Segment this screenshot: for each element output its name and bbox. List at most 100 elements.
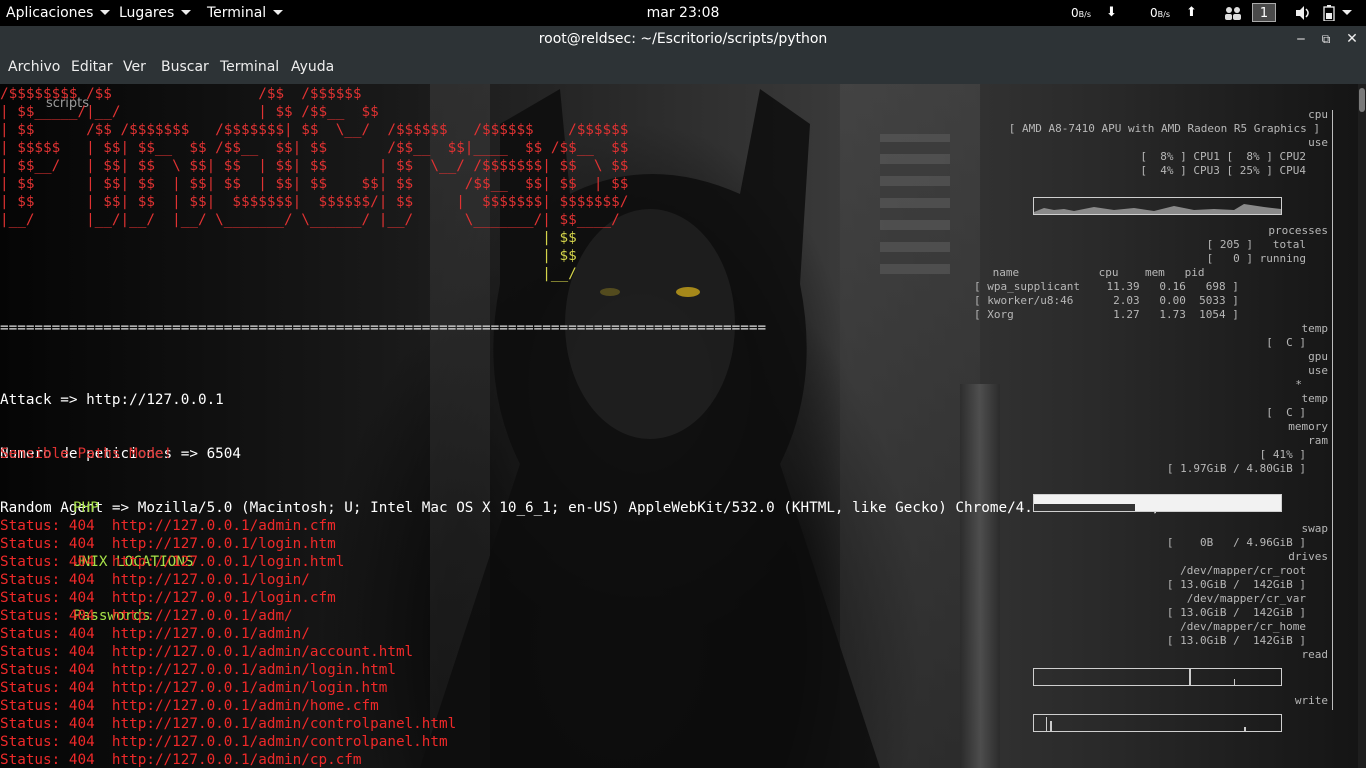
banner-line: | $$ | $$| $$ | $$| $$$$$$$| $$$$$$/| $$…: [0, 194, 629, 210]
cpu-header: cpu: [1308, 108, 1328, 121]
cpu-graph: [1033, 197, 1282, 215]
download-arrow-icon: ⬇: [1106, 5, 1117, 20]
cpu-line-2: [ 4% ] CPU3 [ 25% ] CPU4: [1140, 164, 1306, 177]
result-row: Status: 404 http://127.0.0.1/admin/login…: [0, 679, 456, 697]
result-url: http://127.0.0.1/login.htm: [111, 536, 336, 552]
conky-monitor: cpu [ AMD A8-7410 APU with AMD Radeon R5…: [960, 84, 1340, 768]
banner-line: | $$__/ | $$| $$ \ $$| $$ | $$| $$ | $$ …: [0, 158, 629, 174]
mode-item: PHP: [73, 500, 99, 516]
ascii-banner: /$$$$$$$$ /$$ /$$ /$$$$$$ | $$_____/|__/ …: [0, 85, 628, 283]
process-table-header: name cpu mem pid: [986, 266, 1205, 279]
result-row: Status: 404 http://127.0.0.1/admin/home.…: [0, 697, 456, 715]
app-menu-caret-icon: [273, 9, 284, 15]
disk-read-label: read: [1301, 648, 1329, 661]
result-row: Status: 404 http://127.0.0.1/login.htm: [0, 535, 456, 553]
disk-read-graph: [1033, 668, 1282, 686]
banner-line: | $$ | $$| $$ | $$| $$ | $$| $$ $$| $$ /…: [0, 176, 629, 192]
menu-terminal[interactable]: Terminal: [220, 54, 279, 80]
window-titlebar[interactable]: root@reldsec: ~/Escritorio/scripts/pytho…: [0, 26, 1366, 54]
result-url: http://127.0.0.1/login.html: [111, 554, 345, 570]
applications-menu[interactable]: Aplicaciones: [6, 0, 111, 26]
menu-editar[interactable]: Editar: [71, 54, 112, 80]
banner-line: |__/ |__/|__/ |__/ \_______/ \______/ |_…: [0, 212, 620, 228]
result-row: Status: 404 http://127.0.0.1/login/: [0, 571, 456, 589]
users-icon[interactable]: [1224, 6, 1242, 20]
result-row: Status: 404 http://127.0.0.1/login.cfm: [0, 589, 456, 607]
cpu-line-1: [ 8% ] CPU1 [ 8% ] CPU2: [1140, 150, 1306, 163]
result-status: Status: 404: [0, 734, 95, 750]
result-row: Status: 404 http://127.0.0.1/admin/cp.cf…: [0, 751, 456, 768]
places-menu-label: Lugares: [119, 5, 175, 21]
result-status: Status: 404: [0, 752, 95, 768]
battery-icon[interactable]: [1323, 5, 1335, 21]
result-url: http://127.0.0.1/admin/login.html: [111, 662, 396, 678]
ram-percent: [ 41% ]: [1259, 448, 1306, 461]
drive-usage: [ 13.0GiB / 142GiB ]: [1166, 578, 1306, 591]
menu-buscar[interactable]: Buscar: [161, 54, 209, 80]
processes-running: [ 0 ] running: [1206, 252, 1306, 265]
ram-bar: [1033, 494, 1282, 512]
drive-usage: [ 13.0GiB / 142GiB ]: [1166, 634, 1306, 647]
banner-line: | $$$$$ | $$| $$__ $$ /$$__ $$| $$ /$$__…: [0, 140, 629, 156]
applications-menu-label: Aplicaciones: [6, 5, 94, 21]
app-menu-label: Terminal: [207, 5, 267, 21]
net-download-unit: B/s: [1078, 10, 1091, 19]
result-status: Status: 404: [0, 572, 95, 588]
cpu-temp-value: [ C ]: [1266, 336, 1306, 349]
applications-caret-icon: [100, 9, 111, 15]
result-row: Status: 404 http://127.0.0.1/adm/: [0, 607, 456, 625]
banner-line: /$$$$$$$$ /$$ /$$ /$$$$$$: [0, 86, 362, 102]
result-status: Status: 404: [0, 644, 95, 660]
processes-total: [ 205 ] total: [1206, 238, 1306, 251]
net-download-speed: 0B/s: [1071, 0, 1091, 26]
minimize-button[interactable]: ‒: [1291, 29, 1311, 49]
banner-line: | $$ /$$ /$$$$$$$ /$$$$$$$| $$ \__/ /$$$…: [0, 122, 629, 138]
process-row: [ kworker/u8:46 2.03 0.00 5033 ]: [974, 294, 1239, 307]
result-url: http://127.0.0.1/admin/controlpanel.htm: [111, 734, 448, 750]
banner-line: |__/: [0, 266, 577, 282]
system-menu[interactable]: [1342, 0, 1352, 26]
system-menu-caret-icon: [1342, 9, 1352, 15]
menu-ver[interactable]: Ver: [123, 54, 146, 80]
result-url: http://127.0.0.1/login/: [111, 572, 310, 588]
app-menu[interactable]: Terminal: [207, 0, 284, 26]
terminal-scrollbar[interactable]: [1358, 84, 1366, 768]
menu-archivo[interactable]: Archivo: [8, 54, 60, 80]
places-caret-icon: [181, 9, 192, 15]
volume-icon[interactable]: [1295, 6, 1311, 20]
terminal-area[interactable]: scripts /$$$$$$$$ /$$ /$$ /$$$$$$ | $$___…: [0, 84, 1366, 768]
gpu-header: gpu: [1308, 350, 1328, 363]
workspace-indicator[interactable]: 1: [1252, 3, 1276, 22]
result-row: Status: 404 http://127.0.0.1/admin/: [0, 625, 456, 643]
cpu-temp-label: temp: [1301, 322, 1329, 335]
disk-read-graph-plot: [1189, 669, 1235, 685]
result-status: Status: 404: [0, 518, 95, 534]
gpu-temp-label: temp: [1301, 392, 1329, 405]
result-status: Status: 404: [0, 554, 95, 570]
result-status: Status: 404: [0, 680, 95, 696]
maximize-button[interactable]: ⧉: [1316, 29, 1336, 49]
close-button[interactable]: ✕: [1342, 29, 1362, 49]
result-url: http://127.0.0.1/login.cfm: [111, 590, 336, 606]
result-url: http://127.0.0.1/admin/home.cfm: [111, 698, 379, 714]
window-title: root@reldsec: ~/Escritorio/scripts/pytho…: [538, 31, 828, 47]
banner-line: | $$: [0, 230, 577, 246]
disk-write-label: write: [1294, 694, 1328, 707]
result-status: Status: 404: [0, 698, 95, 714]
ram-bar-fill: [1034, 504, 1136, 511]
scrollbar-thumb[interactable]: [1359, 88, 1365, 112]
result-row: Status: 404 http://127.0.0.1/admin/accou…: [0, 643, 456, 661]
result-url: http://127.0.0.1/admin/account.html: [111, 644, 414, 660]
places-menu[interactable]: Lugares: [119, 0, 192, 26]
net-upload-unit: B/s: [1157, 10, 1170, 19]
ram-label: ram: [1308, 434, 1328, 447]
gpu-use-label: use: [1308, 364, 1328, 377]
process-row: [ Xorg 1.27 1.73 1054 ]: [974, 308, 1239, 321]
upload-arrow-icon: ⬆: [1186, 5, 1197, 20]
menu-ayuda[interactable]: Ayuda: [291, 54, 334, 80]
result-status: Status: 404: [0, 536, 95, 552]
memory-header: memory: [1288, 420, 1328, 433]
separator-line: ========================================…: [0, 320, 767, 336]
top-panel: Aplicaciones Lugares Terminal mar 23:08 …: [0, 0, 1366, 26]
drive-path: /dev/mapper/cr_root: [1180, 564, 1306, 577]
